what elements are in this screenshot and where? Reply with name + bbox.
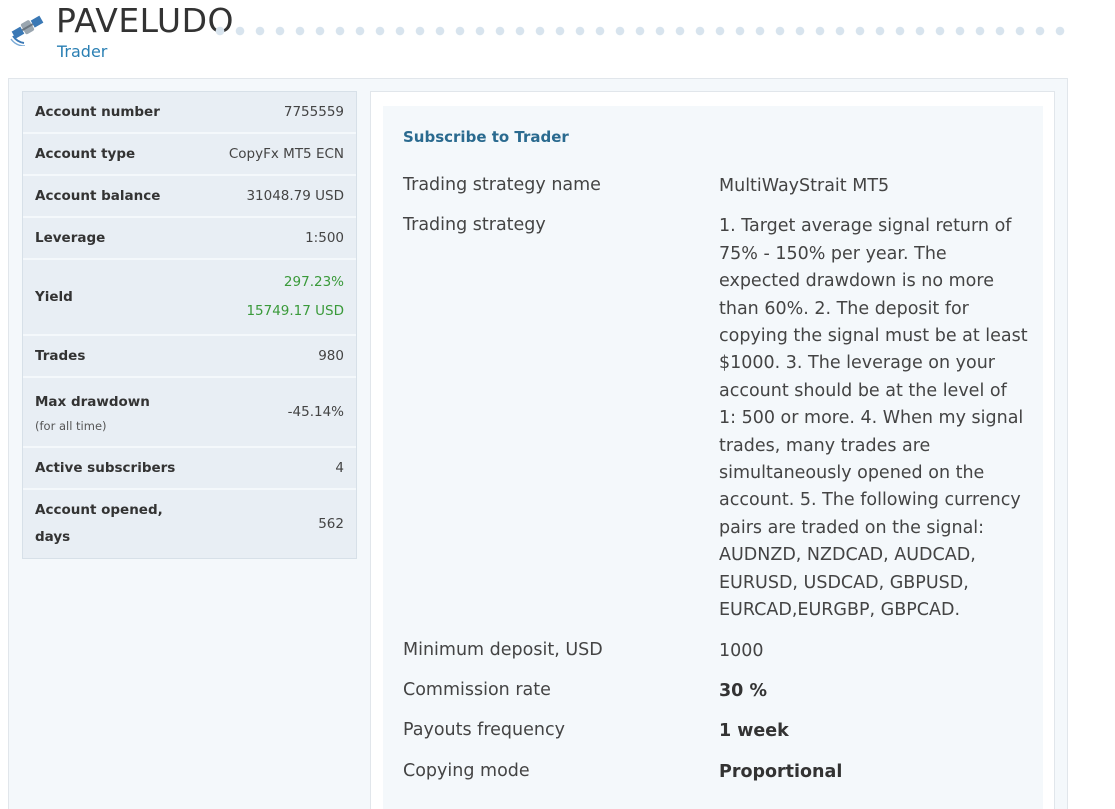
decorative-dots [210,25,1070,37]
info-value: Proportional [719,761,843,782]
stat-label: Active subscribers [35,459,176,476]
stat-label: Max drawdown (for all time) [35,389,150,436]
stat-value: 7755559 [283,104,344,120]
stat-row-account-opened: Account opened, days 562 [23,490,356,558]
yield-values: 297.23% 15749.17 USD [246,268,344,326]
stat-row-account-number: Account number 7755559 [23,92,356,134]
strategy-description: 1. Target average signal return of 75% -… [719,216,1028,621]
info-row-strategy: Trading strategy 1. Target average signa… [403,213,1033,624]
stat-row-yield: Yield 297.23% 15749.17 USD [23,260,356,336]
info-label: Minimum deposit, USD [403,639,603,660]
stat-value: -45.14% [287,404,344,420]
subscribe-panel: Subscribe to Trader Trading strategy nam… [370,91,1055,809]
stat-label: Account balance [35,187,161,204]
stat-label: Account opened, days [35,502,163,545]
info-label: Commission rate [403,679,551,700]
info-row-min-deposit: Minimum deposit, USD 1000 [403,638,1033,665]
info-value: 1 week [719,721,789,742]
info-label: Payouts frequency [403,720,565,741]
info-row-payouts: Payouts frequency 1 week [403,718,1033,745]
main-frame: Account number 7755559 Account type Copy… [8,78,1068,809]
stat-sublabel: (for all time) [35,418,107,433]
stat-value: 562 [318,516,344,532]
info-value: MultiWayStrait MT5 [719,176,890,196]
satellite-icon [8,10,48,47]
page-title: PAVELUDO [56,1,234,40]
stat-row-active-subscribers: Active subscribers 4 [23,448,356,490]
stat-label: Trades [35,347,86,364]
info-row-copying-mode: Copying mode Proportional [403,759,1033,786]
info-row-strategy-name: Trading strategy name MultiWayStrait MT5 [403,173,1033,200]
stat-row-account-balance: Account balance 31048.79 USD [23,176,356,218]
stat-row-account-type: Account type CopyFx MT5 ECN [23,134,356,176]
trader-link[interactable]: Trader [57,42,107,61]
info-value: 1000 [719,640,764,661]
stat-value: 980 [318,348,344,364]
stat-value: 1:500 [305,230,344,246]
stat-value: 31048.79 USD [246,188,344,204]
stat-label: Account number [35,103,160,120]
strategy-info: Trading strategy name MultiWayStrait MT5… [403,173,1033,799]
subscribe-panel-inner: Subscribe to Trader Trading strategy nam… [383,106,1043,809]
stat-label-text: Max drawdown [35,393,150,410]
stat-row-leverage: Leverage 1:500 [23,218,356,260]
info-row-commission: Commission rate 30 % [403,678,1033,705]
info-value: 30 % [719,680,767,701]
stat-row-max-drawdown: Max drawdown (for all time) -45.14% [23,378,356,448]
stat-label: Leverage [35,229,106,246]
yield-amount: 15749.17 USD [246,303,344,319]
info-label: Trading strategy [403,215,546,236]
info-label: Copying mode [403,760,530,781]
stat-label: Yield [35,288,73,305]
page-header: PAVELUDO Trader [0,0,1115,78]
stat-label: Account type [35,145,136,162]
info-label: Trading strategy name [403,175,601,195]
stat-value: 4 [335,460,344,476]
stat-row-trades: Trades 980 [23,336,356,378]
account-stats-table: Account number 7755559 Account type Copy… [22,91,357,559]
stat-value: CopyFx MT5 ECN [228,146,344,162]
yield-percent: 297.23% [283,274,344,290]
subscribe-title: Subscribe to Trader [403,128,569,146]
